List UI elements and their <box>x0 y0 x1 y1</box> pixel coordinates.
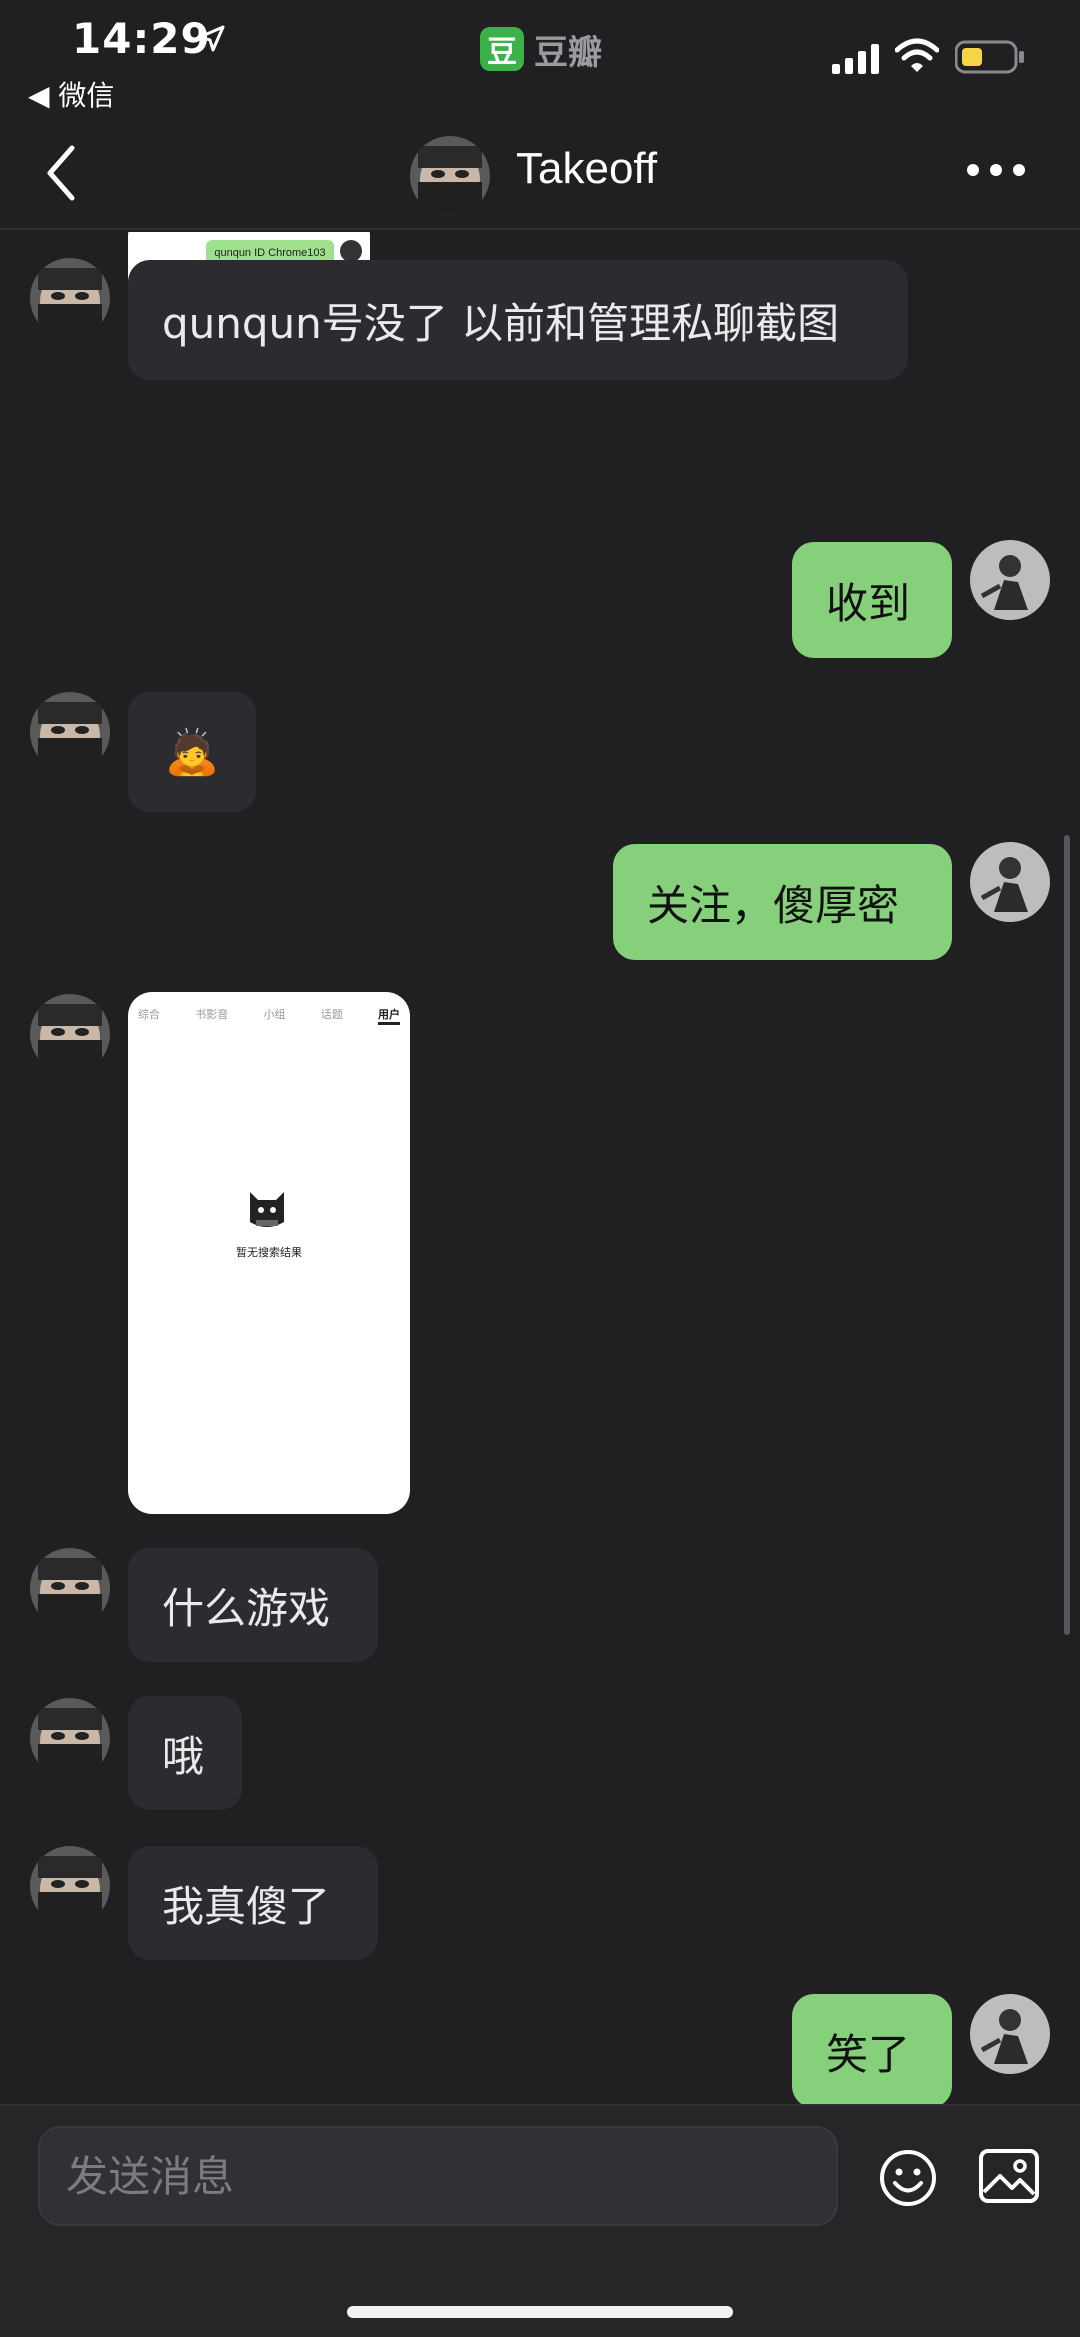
contact-avatar[interactable] <box>30 258 110 338</box>
status-bar: 14:29 ◀ 微信 豆 豆瓣 <box>0 0 1080 118</box>
wifi-icon <box>895 38 939 72</box>
location-arrow-icon <box>198 25 225 52</box>
cellular-signal-icon <box>832 44 879 74</box>
emoji-icon[interactable] <box>878 2148 938 2208</box>
masked-face-avatar-icon <box>30 1698 110 1778</box>
battery-icon <box>955 40 1024 74</box>
contact-name-title: Takeoff <box>516 144 658 193</box>
chat-scrollbar[interactable] <box>1064 835 1070 1635</box>
image-tab-row: 综合 书影音 小组 话题 用户 <box>138 1006 400 1025</box>
message-bubble-right[interactable]: 收到 <box>792 542 952 658</box>
image-message-search-result[interactable]: 综合 书影音 小组 话题 用户 暂无搜索结果 <box>128 992 410 1514</box>
empty-result-text: 暂无搜索结果 <box>236 1246 302 1259</box>
message-bubble-emoji[interactable]: 🙇 <box>128 692 256 812</box>
masked-face-avatar-icon <box>30 994 110 1074</box>
image-picker-icon[interactable] <box>978 2148 1040 2204</box>
image-tab-active: 用户 <box>378 1006 400 1025</box>
contact-avatar[interactable] <box>30 1846 110 1926</box>
masked-face-avatar-icon <box>30 692 110 772</box>
back-chevron-icon[interactable] <box>38 140 88 206</box>
message-bubble-left[interactable]: 我真傻了 <box>128 1846 378 1960</box>
empty-result-cat-icon <box>250 1192 284 1227</box>
chat-screen: 14:29 ◀ 微信 豆 豆瓣 Takeoff qunqun ID Chrome… <box>0 0 1080 2337</box>
user-avatar-icon <box>970 540 1050 620</box>
status-time: 14:29 <box>72 14 211 63</box>
contact-avatar[interactable] <box>30 692 110 772</box>
image-tab: 书影音 <box>195 1008 229 1021</box>
message-bubble-right[interactable]: 笑了 <box>792 1994 952 2104</box>
message-input[interactable] <box>38 2126 838 2226</box>
masked-face-avatar-icon <box>30 1846 110 1926</box>
contact-avatar[interactable] <box>30 994 110 1074</box>
app-badge: 豆 豆瓣 <box>480 26 602 73</box>
nav-bar: Takeoff <box>0 118 1080 230</box>
app-name: 豆瓣 <box>534 32 602 73</box>
masked-face-avatar-icon <box>30 258 110 338</box>
image-tab: 话题 <box>320 1008 343 1021</box>
message-bubble-left[interactable]: qunqun号没了 以前和管理私聊截图 <box>128 260 908 380</box>
user-avatar-icon <box>970 842 1050 922</box>
image-tab: 小组 <box>263 1008 286 1021</box>
douban-logo-icon: 豆 <box>480 27 524 71</box>
user-avatar-icon <box>970 1994 1050 2074</box>
home-indicator[interactable] <box>347 2306 733 2318</box>
my-avatar[interactable] <box>970 540 1050 620</box>
my-avatar[interactable] <box>970 1994 1050 2074</box>
my-avatar[interactable] <box>970 842 1050 922</box>
contact-avatar[interactable] <box>30 1548 110 1628</box>
message-bubble-left[interactable]: 什么游戏 <box>128 1548 378 1662</box>
message-bubble-left[interactable]: 哦 <box>128 1696 242 1810</box>
masked-face-avatar-icon <box>30 1548 110 1628</box>
back-to-app-link[interactable]: ◀ 微信 <box>28 74 114 114</box>
message-bubble-right[interactable]: 关注，傻厚密 <box>613 844 952 960</box>
message-input-bar <box>0 2104 1080 2337</box>
image-avatar-dot <box>340 240 362 262</box>
contact-avatar[interactable] <box>30 1698 110 1778</box>
chat-message-list[interactable]: qunqun ID Chrome103 明白 qunqun号没了 以前和管理私聊… <box>0 232 1080 2104</box>
more-options-icon[interactable] <box>965 158 1027 182</box>
contact-avatar[interactable] <box>410 136 490 216</box>
masked-face-avatar-icon <box>410 136 490 216</box>
image-tab: 综合 <box>138 1008 160 1021</box>
